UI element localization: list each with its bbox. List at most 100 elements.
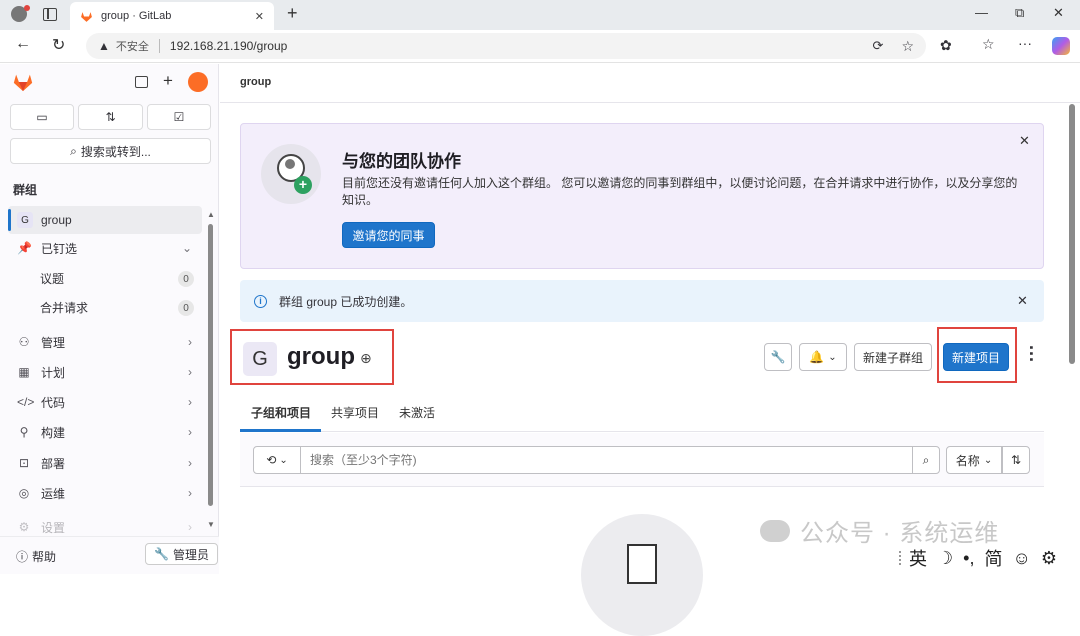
browser-tab-bar: group · GitLab ✕ + — ⧉ ✕ xyxy=(0,0,1080,30)
emoji-icon[interactable]: ☺ xyxy=(1012,548,1030,569)
sidebar-item-code[interactable]: </> 代码 › xyxy=(8,388,202,416)
sidebar-item-label: 运维 xyxy=(41,486,66,501)
banner-title: 与您的团队协作 xyxy=(342,152,461,171)
sidebar-item-label: group xyxy=(41,213,72,227)
main-scrollbar[interactable] xyxy=(1069,104,1075,364)
new-tab-button[interactable]: + xyxy=(287,3,298,24)
alert-close-icon[interactable]: ✕ xyxy=(1017,293,1028,309)
punctuation-toggle[interactable]: •, xyxy=(963,548,974,569)
settings-icon: ⚙ xyxy=(18,520,30,534)
search-icon: ⌕ xyxy=(70,143,77,158)
sidebar-item-merge-requests[interactable]: 合并请求 0 xyxy=(8,293,202,321)
chevron-right-icon: › xyxy=(188,425,192,439)
invite-colleagues-button[interactable]: 邀请您的同事 xyxy=(342,222,435,248)
minimize-button[interactable]: — xyxy=(975,5,988,20)
search-submit-button[interactable]: ⌕ xyxy=(912,446,940,474)
sidebar-item-label: 管理 xyxy=(41,335,66,350)
search-go-to-button[interactable]: ⌕ 搜索或转到... xyxy=(10,138,211,164)
invite-members-banner: + 与您的团队协作 目前您还没有邀请任何人加入这个群组。 您可以邀请您的同事到群… xyxy=(240,123,1044,269)
window-close-button[interactable]: ✕ xyxy=(1053,5,1064,21)
extensions-icon[interactable]: ✿ xyxy=(940,37,952,54)
group-created-alert: i 群组 group 已成功创建。 ✕ xyxy=(240,280,1044,322)
scroll-down-icon[interactable]: ▼ xyxy=(207,520,215,529)
monitor-icon: ◎ xyxy=(18,486,30,500)
create-new-icon[interactable]: + xyxy=(163,71,173,91)
todo-check-icon: ☑ xyxy=(173,110,185,124)
simplified-toggle[interactable]: 简 xyxy=(984,545,1002,571)
wrench-icon: 🔧 xyxy=(770,350,786,364)
reload-icon[interactable]: ↻ xyxy=(52,35,65,55)
sidebar-item-pinned[interactable]: 📌 已钉选 ⌄ xyxy=(8,234,202,262)
chevron-right-icon: › xyxy=(188,520,192,534)
more-menu-icon[interactable]: ··· xyxy=(1018,35,1032,51)
users-icon: ⚇ xyxy=(18,335,30,349)
todos-shortcut-button[interactable]: ☑ xyxy=(147,104,211,130)
chevron-right-icon: › xyxy=(188,335,192,349)
admin-button[interactable]: 🔧 管理员 xyxy=(145,543,218,565)
profile-alert-dot xyxy=(24,5,30,11)
search-icon: ⌕ xyxy=(922,452,930,467)
deploy-icon: ⊡ xyxy=(18,456,30,470)
ime-settings-icon[interactable]: ⚙ xyxy=(1041,548,1057,569)
back-icon[interactable]: ← xyxy=(15,35,31,53)
sidebar-item-deploy[interactable]: ⊡ 部署 › xyxy=(8,449,202,477)
tab-close-icon[interactable]: ✕ xyxy=(255,10,264,23)
translate-icon[interactable]: ⟳ xyxy=(873,38,884,54)
sidebar-item-label: 已钉选 xyxy=(41,241,78,256)
sidebar-section-title: 群组 xyxy=(13,183,38,197)
code-icon: </> xyxy=(17,395,35,409)
sidebar-item-group[interactable]: G group xyxy=(8,206,202,234)
copilot-icon[interactable] xyxy=(1052,37,1070,55)
moon-icon[interactable]: ☽ xyxy=(937,548,953,569)
alert-text: 群组 group 已成功创建。 xyxy=(279,294,413,309)
sort-dropdown[interactable]: 名称 ⌄ xyxy=(946,446,1002,474)
tab-shared-projects[interactable]: 共享项目 xyxy=(331,404,379,421)
scroll-up-icon[interactable]: ▲ xyxy=(207,210,215,219)
sidebar-item-plan[interactable]: ▦ 计划 › xyxy=(8,358,202,386)
browser-tab[interactable]: group · GitLab ✕ xyxy=(70,2,274,30)
sidebar-item-issues[interactable]: 议题 0 xyxy=(8,264,202,292)
breadcrumb[interactable]: group xyxy=(240,76,271,88)
sidebar-scrollbar[interactable] xyxy=(208,224,213,506)
more-actions-icon[interactable]: ··· xyxy=(1021,345,1041,363)
tab-inactive[interactable]: 未激活 xyxy=(399,404,435,421)
issues-shortcut-button[interactable]: ▭ xyxy=(10,104,74,130)
group-avatar-small: G xyxy=(17,212,33,228)
search-input[interactable] xyxy=(301,446,912,474)
gitlab-home-logo[interactable] xyxy=(12,71,34,93)
sidebar-item-manage[interactable]: ⚇ 管理 › xyxy=(8,328,202,356)
merge-requests-shortcut-button[interactable]: ⇅ xyxy=(78,104,143,130)
sort-direction-button[interactable]: ⇅ xyxy=(1002,446,1030,474)
sidebar-toggle-icon[interactable] xyxy=(43,8,57,21)
omnibox[interactable]: ▲ 不安全 192.168.21.190/group ⟳ ☆ xyxy=(86,33,926,59)
recent-searches-dropdown[interactable]: ⟲ ⌄ xyxy=(253,446,301,474)
help-button[interactable]: ⓘ 帮助 xyxy=(16,548,56,565)
user-avatar[interactable] xyxy=(188,72,208,92)
sidebar-item-operate[interactable]: ◎ 运维 › xyxy=(8,479,202,507)
chevron-right-icon: › xyxy=(188,456,192,470)
new-subgroup-button[interactable]: 新建子群组 xyxy=(854,343,932,371)
highlight-new-project xyxy=(937,327,1017,383)
favorite-star-icon[interactable]: ☆ xyxy=(901,38,914,55)
ime-language-toggle[interactable]: 英 xyxy=(909,545,927,571)
ime-toolbar: 英 ☽ •, 简 ☺ ⚙ xyxy=(893,544,1063,572)
url-text: 192.168.21.190/group xyxy=(169,39,288,53)
tab-subgroups-projects[interactable]: 子组和项目 xyxy=(251,404,311,421)
warning-icon: ▲ xyxy=(98,39,110,53)
issues-icon: ▭ xyxy=(36,110,48,124)
gitlab-logo-icon xyxy=(81,11,92,22)
collapse-sidebar-icon[interactable] xyxy=(135,76,148,88)
chevron-right-icon: › xyxy=(188,486,192,500)
restore-button[interactable]: ⧉ xyxy=(1015,5,1024,21)
banner-close-icon[interactable]: ✕ xyxy=(1019,133,1030,149)
pin-icon: 📌 xyxy=(17,241,32,255)
notification-settings-dropdown[interactable]: 🔔 ⌄ xyxy=(799,343,847,371)
favorites-list-icon[interactable]: ☆ xyxy=(982,36,995,53)
merge-request-icon: ⇅ xyxy=(105,110,116,124)
group-settings-button[interactable]: 🔧 xyxy=(764,343,792,371)
sidebar-active-indicator xyxy=(8,209,11,231)
wechat-icon xyxy=(760,519,790,542)
count-badge: 0 xyxy=(178,271,194,287)
rocket-icon: ⚲ xyxy=(19,425,29,439)
sidebar-item-build[interactable]: ⚲ 构建 › xyxy=(8,418,202,446)
